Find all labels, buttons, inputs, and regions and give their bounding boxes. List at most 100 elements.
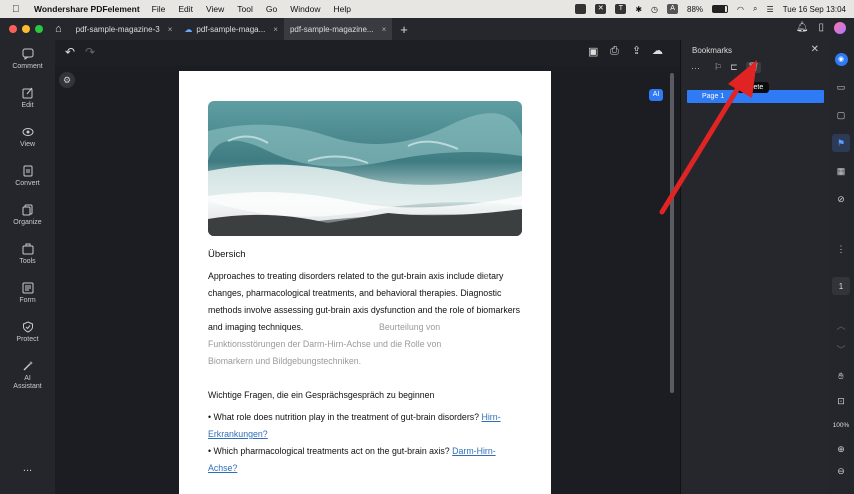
sidebar-item-edit[interactable]: Edit <box>0 87 55 109</box>
vertical-scrollbar[interactable] <box>670 73 674 393</box>
undo-icon[interactable]: ↶ <box>65 45 75 59</box>
ai-floating-icon[interactable]: AI <box>649 89 663 101</box>
ocean-wave-photo <box>208 101 522 236</box>
print-icon[interactable]: ⎙ <box>610 45 619 58</box>
question-2-link[interactable]: Darm-Hirn- <box>452 446 496 456</box>
page-number-box[interactable]: 1 <box>832 277 850 295</box>
edit-icon <box>22 87 32 99</box>
macos-menubar:  Wondershare PDFelement File Edit View … <box>0 0 854 18</box>
menu-window[interactable]: Window <box>290 4 320 14</box>
page-up-icon[interactable]: ︿ <box>832 316 850 334</box>
question-2-link-line2[interactable]: Achse? <box>208 460 528 477</box>
tab-document-1[interactable]: pdf-sample-magazine-3 × <box>70 18 179 40</box>
sidebar-more-button[interactable]: ... <box>0 462 55 474</box>
document-canvas[interactable]: ⚙ AI Übersich Approaches to treating dis… <box>55 66 680 494</box>
save-icon[interactable]: ▣ <box>588 45 598 58</box>
right-sidebar: ◉ ▭ ▢ ⚑ ▦ ⊘ ⋮ 1 ︿ ﹀ ✋︎ ⊡ 100% ⊕ ⊖ <box>828 40 854 494</box>
page-down-icon[interactable]: ﹀ <box>832 340 850 358</box>
app-status-icon[interactable] <box>575 4 587 14</box>
bookmarks-panel-icon[interactable]: ⚑ <box>832 134 850 152</box>
user-avatar[interactable] <box>834 22 846 34</box>
pdf-page[interactable]: Übersich Approaches to treating disorder… <box>179 71 551 494</box>
sidebar-item-form[interactable]: Form <box>0 282 55 304</box>
cut-icon[interactable]: ✕ <box>595 4 607 14</box>
input-source-icon[interactable]: A <box>667 4 679 14</box>
control-center-icon[interactable]: ☰ <box>767 5 774 14</box>
fit-page-icon[interactable]: ⊡ <box>832 392 850 410</box>
share-icon[interactable]: ⇪ <box>632 44 641 57</box>
tab-document-3[interactable]: pdf-sample-magazine... × <box>283 18 393 40</box>
sidebar-item-protect[interactable]: Protect <box>0 321 55 343</box>
redo-icon[interactable]: ↷ <box>85 45 95 59</box>
menu-go[interactable]: Go <box>266 4 277 14</box>
tab-bar: ⌂ pdf-sample-magazine-3 × ☁ pdf-sample-m… <box>0 18 854 40</box>
question-1-link-line2[interactable]: Erkrankungen? <box>208 426 528 443</box>
more-panels-icon[interactable]: ⋮ <box>832 240 850 258</box>
convert-icon <box>23 165 32 177</box>
tab-label: pdf-sample-magazine... <box>289 24 374 34</box>
ai-chat-icon[interactable]: ◉ <box>832 50 850 68</box>
more-options-icon[interactable]: ··· <box>691 63 700 73</box>
delete-bookmark-icon[interactable]: 🗑︎ <box>745 62 762 73</box>
question-1-link[interactable]: Hirn- <box>482 412 501 422</box>
expand-bookmark-icon[interactable]: ⊏ <box>730 62 738 73</box>
menu-help[interactable]: Help <box>333 4 350 14</box>
toolbox-icon <box>22 243 33 255</box>
add-bookmark-icon[interactable]: ⚐ <box>714 62 722 73</box>
sidebar-item-label: Protect <box>16 336 39 343</box>
close-window-button[interactable] <box>9 25 17 33</box>
app-name-menu[interactable]: Wondershare PDFelement <box>34 4 140 14</box>
wifi-icon[interactable]: ◠ <box>737 5 744 14</box>
menu-file[interactable]: File <box>152 4 166 14</box>
close-tab-icon[interactable]: × <box>382 25 387 34</box>
questions-heading: Wichtige Fragen, die ein Gesprächsgesprä… <box>208 390 435 400</box>
sidebar-item-organize[interactable]: Organize <box>0 204 55 226</box>
tab-document-2[interactable]: ☁ pdf-sample-maga... × <box>178 18 284 40</box>
hand-tool-icon[interactable]: ✋︎ <box>832 367 850 385</box>
minimize-window-button[interactable] <box>22 25 30 33</box>
notification-bell-icon[interactable]: 🔔︎ <box>796 22 809 34</box>
sidebar-item-comment[interactable]: Comment <box>0 48 55 70</box>
organize-icon <box>22 204 32 216</box>
comment-icon <box>22 48 33 60</box>
menu-tool[interactable]: Tool <box>237 4 253 14</box>
menu-edit[interactable]: Edit <box>178 4 193 14</box>
sidebar-item-tools[interactable]: Tools <box>0 243 55 265</box>
wave-image <box>208 101 522 236</box>
new-tab-button[interactable]: + <box>400 22 408 37</box>
thumbnails-icon[interactable]: ▦ <box>832 162 850 180</box>
menu-view[interactable]: View <box>206 4 224 14</box>
comments-panel-icon[interactable]: ▢ <box>832 106 850 124</box>
close-tab-icon[interactable]: × <box>273 25 278 34</box>
question-1[interactable]: • What role does nutrition play in the t… <box>208 409 528 426</box>
question-2[interactable]: • Which pharmacological treatments act o… <box>208 443 528 460</box>
bookmark-tools: ··· ⚐ ⊏ 🗑︎ <box>691 62 762 73</box>
sidebar-item-convert[interactable]: Convert <box>0 165 55 187</box>
apple-logo-icon[interactable]:  <box>12 4 24 15</box>
bookmark-flag-icon[interactable]: ▯ <box>818 22 824 34</box>
sidebar-item-label: Convert <box>15 180 40 187</box>
clock-status-icon[interactable]: ◷ <box>651 5 658 14</box>
spotlight-search-icon[interactable]: ⌕ <box>753 4 757 14</box>
sidebar-item-ai-assistant[interactable]: AI Assistant <box>0 360 55 391</box>
properties-icon[interactable]: ▭ <box>832 78 850 96</box>
view-settings-icon[interactable]: ⚙ <box>59 72 75 88</box>
eye-icon <box>22 128 33 136</box>
sidebar-item-label: Tools <box>19 258 36 265</box>
zoom-in-icon[interactable]: ⊕ <box>832 440 850 458</box>
battery-icon[interactable] <box>712 5 729 13</box>
menubar-clock[interactable]: Tue 16 Sep 13:04 <box>783 5 846 14</box>
sidebar-item-view[interactable]: View <box>0 126 55 148</box>
cloud-upload-icon[interactable]: ☁ <box>652 44 663 57</box>
sidebar-item-label: Form <box>19 297 36 304</box>
close-panel-icon[interactable]: ✕ <box>811 44 819 55</box>
home-icon[interactable]: ⌂ <box>55 23 62 35</box>
form-icon <box>22 282 33 294</box>
zoom-out-icon[interactable]: ⊖ <box>832 462 850 480</box>
bluetooth-icon[interactable]: ✱ <box>635 5 642 14</box>
zoom-level[interactable]: 100% <box>828 422 854 429</box>
text-status-icon[interactable]: T <box>615 4 627 14</box>
attachments-icon[interactable]: ⊘ <box>832 190 850 208</box>
close-tab-icon[interactable]: × <box>168 25 173 34</box>
zoom-window-button[interactable] <box>35 25 43 33</box>
